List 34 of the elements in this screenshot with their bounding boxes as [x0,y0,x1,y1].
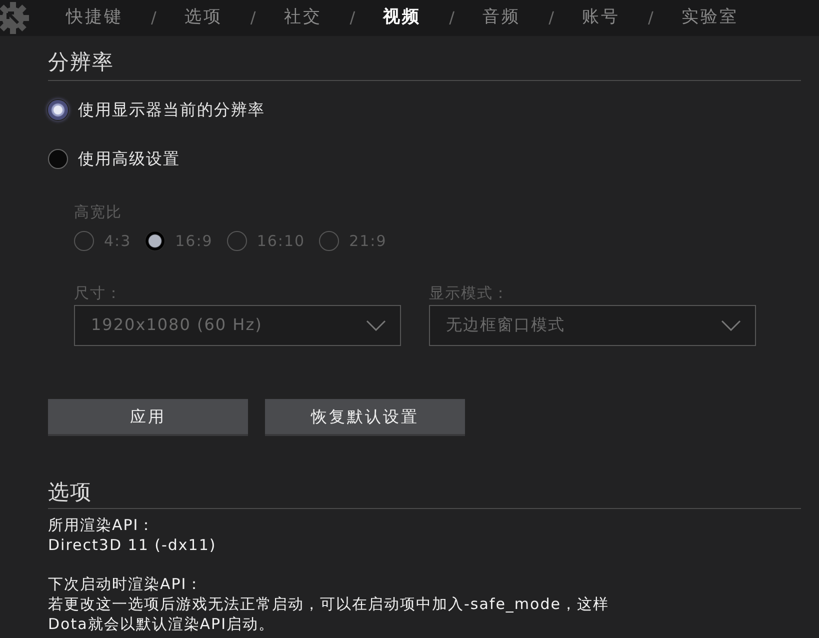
tab[interactable]: 快捷键 [60,5,129,31]
setting-label: 所用渲染API： [48,514,156,535]
setting-value: Direct3D 11 (-dx11) [48,534,218,555]
tab[interactable]: 音频 [476,5,527,31]
tab-separator: / [448,7,456,29]
tab-separator: / [548,7,555,29]
field-label: 尺寸： [74,283,123,304]
field-label: 高宽比 [74,202,123,224]
setting-label: 下次启动时渲染API： [48,574,204,594]
tab-separator: / [646,7,654,29]
chevron-down-icon [366,320,386,331]
radio-label: 使用显示器当前的分辨率 [78,99,265,122]
setting-value: 若更改这一选项后游戏无法正常启动，可以在启动项中加入-safe_mode，这样Dota就会以默认渲染API启动。 [48,594,610,634]
section-heading: 分辨率 [48,50,115,76]
action-button[interactable]: 应用 [48,398,248,436]
tab-separator: / [249,7,257,29]
tab[interactable]: 账号 [576,5,626,31]
radio-button[interactable] [48,100,68,120]
tab-separator: / [348,7,356,29]
radio-label: 21:9 [349,230,387,252]
chevron-down-icon [721,320,741,331]
section-heading: 选项 [48,480,93,505]
tab[interactable]: 社交 [278,5,328,31]
radio-label: 使用高级设置 [78,148,180,170]
field-label: 显示模式： [429,283,510,304]
radio-button[interactable] [48,149,68,170]
radio-label: 16:10 [256,230,306,252]
radio-label: 16:9 [175,230,213,252]
tab[interactable]: 视频 [377,5,428,31]
tab[interactable]: 实验室 [675,5,744,31]
tab[interactable]: 选项 [178,5,228,31]
action-button[interactable]: 恢复默认设置 [265,398,465,436]
radio-label: 4:3 [104,230,132,252]
tab-separator: / [150,7,158,29]
